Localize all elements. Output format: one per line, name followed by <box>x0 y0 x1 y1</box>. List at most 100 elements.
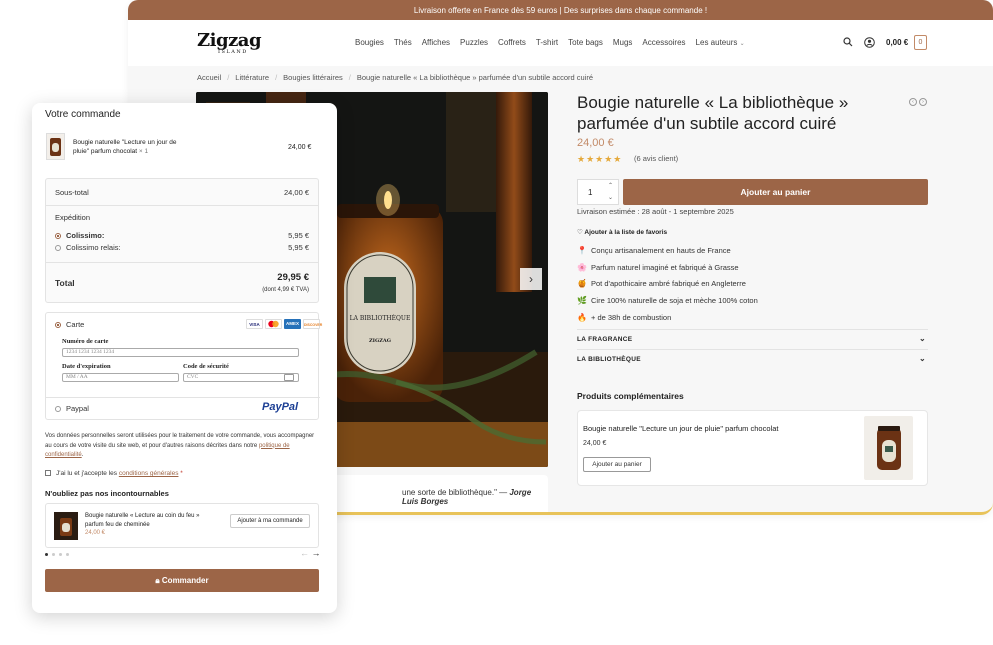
reviews-link[interactable]: (6 avis client) <box>634 154 678 163</box>
accordion-bibliotheque[interactable]: LA BIBLIOTHÈQUE ⌄ <box>577 349 928 369</box>
shipping-option-price: 5,95 € <box>288 231 309 240</box>
add-to-cart-button[interactable]: Ajouter au panier <box>623 179 928 205</box>
next-image-button[interactable]: › <box>520 268 542 290</box>
upsell-image <box>54 512 78 540</box>
order-item-qty: × 1 <box>138 148 149 155</box>
site-logo[interactable]: Zigzag <box>197 30 262 51</box>
wishlist-link[interactable]: ♡ Ajouter à la liste de favoris <box>577 228 667 236</box>
order-item-image <box>46 133 65 160</box>
feature-text: Pot d'apothicaire ambré fabriqué en Angl… <box>591 279 746 288</box>
next-product-icon[interactable]: › <box>919 98 927 106</box>
carousel-dot[interactable] <box>66 553 69 556</box>
nav-item-totebags[interactable]: Tote bags <box>568 38 603 47</box>
complementary-price: 24,00 € <box>583 440 607 447</box>
card-number-label: Numéro de carte <box>62 338 109 345</box>
complementary-name[interactable]: Bougie naturelle "Lecture un jour de plu… <box>583 424 778 433</box>
order-item-name: Bougie naturelle "Lecture un jour de plu… <box>73 138 188 156</box>
cvc-label: Code de sécurité <box>183 363 229 370</box>
order-item-price: 24,00 € <box>288 144 312 151</box>
feature-item: 📍 Conçu artisanalement en hauts de France <box>577 246 731 255</box>
order-button[interactable]: 🔒︎ Commander <box>45 569 319 592</box>
feature-item: 🌸 Parfum naturel imaginé et fabriqué à Gr… <box>577 263 739 272</box>
product-nav: ‹ › <box>909 98 927 106</box>
card-number-input[interactable]: 1234 1234 1234 1234 <box>62 348 299 357</box>
order-button-label: Commander <box>161 576 209 585</box>
cvc-card-icon <box>284 374 294 381</box>
nav-item-thes[interactable]: Thés <box>394 38 412 47</box>
shipping-option-relais[interactable]: Colissimo relais: 5,95 € <box>55 243 309 252</box>
breadcrumb-litterature[interactable]: Littérature <box>235 73 269 82</box>
nav-item-accessoires[interactable]: Accessoires <box>642 38 685 47</box>
quantity-value[interactable]: 1 <box>588 188 592 197</box>
jar-label-brand: ZIGZAG <box>369 338 391 344</box>
nav-item-bougies[interactable]: Bougies <box>355 38 384 47</box>
nav-item-affiches[interactable]: Affiches <box>422 38 450 47</box>
shipping-option-colissimo[interactable]: Colissimo: 5,95 € <box>55 231 309 240</box>
paypal-logo: PayPal <box>262 401 299 413</box>
checkout-panel: Votre commande Bougie naturelle "Lecture… <box>32 103 337 613</box>
rating-stars: ★★★★★ <box>577 154 623 164</box>
flower-icon: 🌸 <box>577 263 587 272</box>
privacy-notice: Vos données personnelles seront utilisée… <box>45 432 321 461</box>
feature-text: Parfum naturel imaginé et fabriqué à Gra… <box>591 263 739 272</box>
expiry-input[interactable]: MM / AA <box>62 373 179 382</box>
radio-unselected[interactable] <box>55 245 61 251</box>
breadcrumb-accueil[interactable]: Accueil <box>197 73 221 82</box>
chevron-down-icon[interactable]: ⌄ <box>608 194 613 201</box>
heart-icon: ♡ <box>577 229 583 236</box>
radio-unselected[interactable] <box>55 406 61 412</box>
subtotal-value: 24,00 € <box>283 188 309 197</box>
account-icon[interactable] <box>863 37 875 49</box>
main-nav: Bougies Thés Affiches Puzzles Coffrets T… <box>355 38 745 47</box>
upsell-name: Bougie naturelle « Lecture au coin du fe… <box>85 513 200 528</box>
breadcrumb: Accueil / Littérature / Bougies littéraire… <box>197 73 594 82</box>
feature-item: 🍯 Pot d'apothicaire ambré fabriqué en Ang… <box>577 279 746 288</box>
carousel-dot[interactable] <box>45 553 48 556</box>
prev-product-icon[interactable]: ‹ <box>909 98 917 106</box>
cvc-input[interactable]: CVC <box>183 373 299 382</box>
nav-item-tshirt[interactable]: T-shirt <box>536 38 558 47</box>
complementary-card: Bougie naturelle "Lecture un jour de plu… <box>577 410 928 486</box>
carousel-dot[interactable] <box>59 553 62 556</box>
card-label: Carte <box>66 320 85 329</box>
breadcrumb-bougies[interactable]: Bougies littéraires <box>283 73 343 82</box>
chevron-down-icon: ⌄ <box>918 354 926 363</box>
leaf-icon: 🌿 <box>577 296 587 305</box>
quantity-stepper[interactable]: 1 ⌃ ⌄ <box>577 179 619 205</box>
upsell-add-button[interactable]: Ajouter à ma commande <box>230 514 310 528</box>
visa-icon: VISA <box>246 319 263 329</box>
order-title: Votre commande <box>45 109 121 120</box>
promo-banner: Livraison offerte en France dès 59 euros… <box>128 0 993 20</box>
terms-link[interactable]: conditions générales <box>119 470 179 477</box>
terms-checkbox[interactable] <box>45 470 51 476</box>
nav-item-mugs[interactable]: Mugs <box>613 38 633 47</box>
total-value: 29,95 € <box>277 272 309 283</box>
payment-card-option[interactable]: Carte <box>55 320 84 329</box>
terms-checkbox-row[interactable]: J'ai lu et j'accepte les conditions géné… <box>45 470 183 477</box>
nav-item-coffrets[interactable]: Coffrets <box>498 38 526 47</box>
cart-total[interactable]: 0,00 € <box>886 38 908 47</box>
payment-paypal-option[interactable]: Paypal <box>55 404 89 413</box>
feature-item: 🌿 Cire 100% naturelle de soja et mèche 10… <box>577 296 758 305</box>
order-totals: Sous-total 24,00 € Expédition Colissimo: 5… <box>45 178 319 303</box>
complementary-add-button[interactable]: Ajouter au panier <box>583 457 651 472</box>
feature-item: 🔥 + de 38h de combustion <box>577 313 671 322</box>
chevron-up-icon[interactable]: ⌃ <box>608 182 613 189</box>
accordion-fragrance[interactable]: LA FRAGRANCE ⌄ <box>577 329 928 349</box>
vat-note: (dont 4,99 € TVA) <box>262 287 309 293</box>
nav-item-auteurs[interactable]: Les auteurs ⌄ <box>696 38 745 47</box>
nav-item-puzzles[interactable]: Puzzles <box>460 38 488 47</box>
arrow-left-icon[interactable]: ← <box>300 548 309 558</box>
complementary-image[interactable] <box>864 416 913 480</box>
feature-text: Cire 100% naturelle de soja et mèche 100… <box>591 296 758 305</box>
cart-count-badge[interactable]: 0 <box>914 35 927 50</box>
feature-text: Conçu artisanalement en hauts de France <box>591 246 731 255</box>
delivery-estimate: Livraison estimée : 28 août - 1 septembr… <box>577 207 734 216</box>
search-icon[interactable] <box>842 37 854 49</box>
radio-selected[interactable] <box>55 233 61 239</box>
chevron-down-icon: ⌄ <box>739 41 745 47</box>
radio-selected[interactable] <box>55 322 61 328</box>
arrow-right-icon[interactable]: → <box>312 548 321 558</box>
carousel-dot[interactable] <box>52 553 55 556</box>
mastercard-icon <box>265 319 282 329</box>
